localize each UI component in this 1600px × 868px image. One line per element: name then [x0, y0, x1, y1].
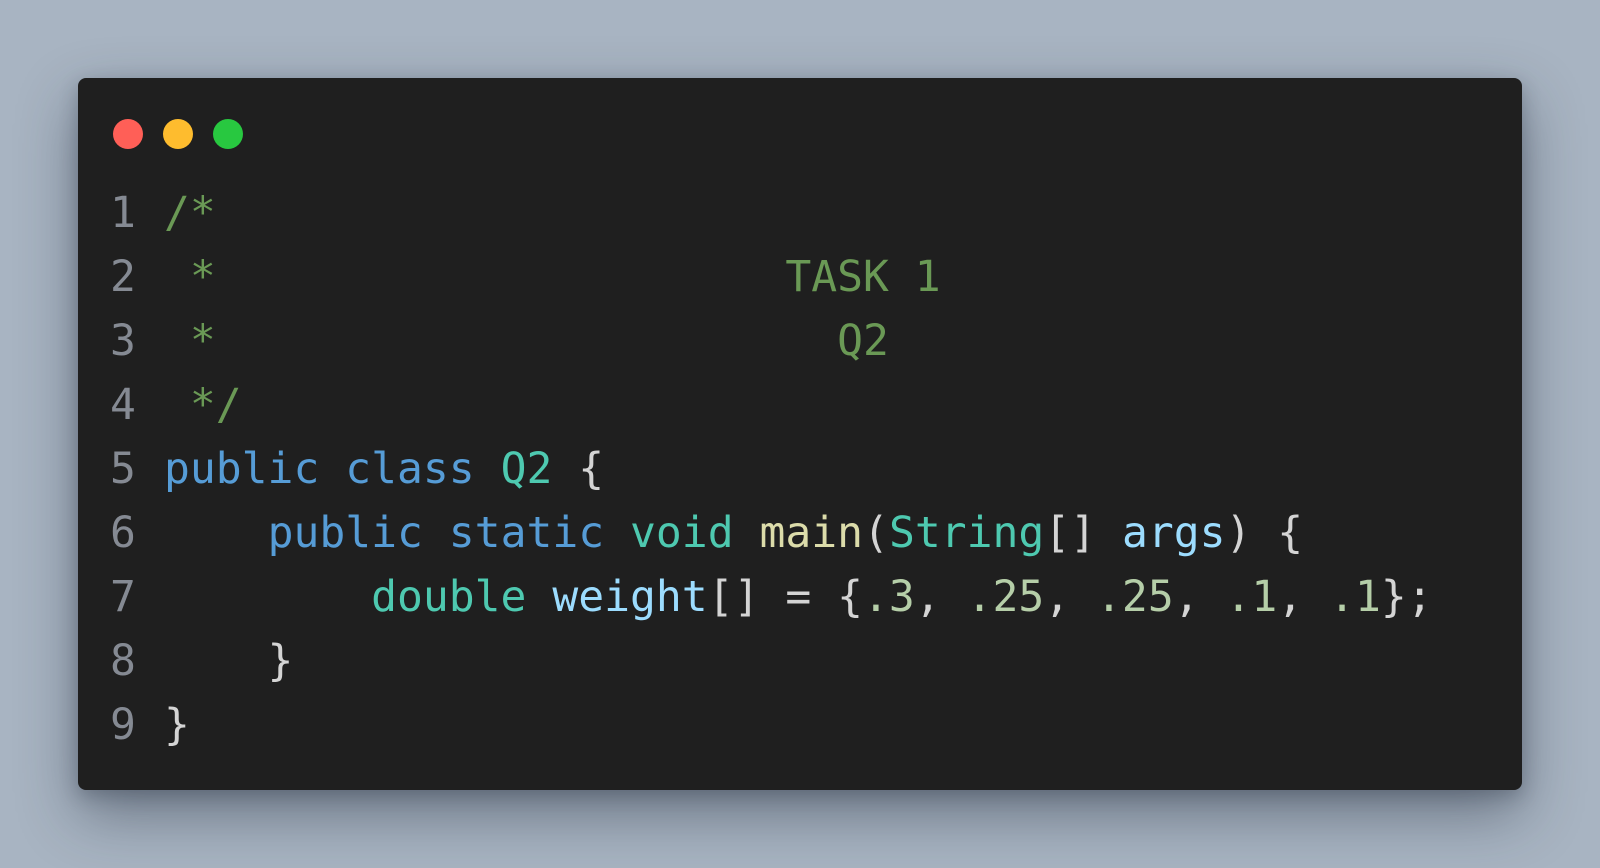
code-token-punctuation: } — [164, 636, 294, 686]
code-token-punctuation: , — [1044, 572, 1097, 622]
code-token-keyword: class — [345, 444, 475, 494]
code-token-punctuation: ( — [863, 508, 889, 558]
line-source: * Q2 — [164, 309, 889, 373]
code-token-number: .25 — [1096, 572, 1174, 622]
code-line: 8 } — [110, 629, 1502, 693]
code-line: 5 public class Q2 { — [110, 437, 1502, 501]
close-dot-icon[interactable] — [113, 119, 143, 149]
code-token-comment: * TASK 1 — [164, 252, 941, 302]
line-number: 5 — [110, 444, 136, 494]
line-source: /* — [164, 181, 216, 245]
line-number: 8 — [110, 636, 136, 686]
code-token-punctuation — [526, 572, 552, 622]
code-token-number: .1 — [1329, 572, 1381, 622]
code-token-punctuation — [164, 508, 268, 558]
line-source: public static void main(String[] args) { — [164, 501, 1304, 565]
code-line: 1 /* — [110, 181, 1502, 245]
code-token-punctuation — [319, 444, 345, 494]
line-source: } — [164, 629, 294, 693]
code-token-function: main — [759, 508, 864, 558]
minimize-dot-icon[interactable] — [163, 119, 193, 149]
window-controls — [113, 119, 243, 149]
code-token-keyword: public — [267, 508, 423, 558]
code-token-number: .25 — [966, 572, 1045, 622]
code-token-variable: weight — [552, 572, 708, 622]
code-token-comment: * Q2 — [164, 316, 889, 366]
code-line: 3 * Q2 — [110, 309, 1502, 373]
maximize-dot-icon[interactable] — [213, 119, 243, 149]
code-token-punctuation: [] — [1044, 508, 1122, 558]
code-token-punctuation: } — [164, 700, 190, 750]
code-token-punctuation: , — [1173, 572, 1226, 622]
code-token-punctuation — [604, 508, 630, 558]
code-token-punctuation: { — [552, 444, 605, 494]
line-source: public class Q2 { — [164, 437, 604, 501]
line-source: */ — [164, 373, 242, 437]
code-token-keyword: static — [448, 508, 605, 558]
code-token-punctuation — [734, 508, 760, 558]
code-token-punctuation: }; — [1380, 572, 1433, 622]
code-token-punctuation — [164, 572, 371, 622]
code-line: 7 double weight[] = {.3, .25, .25, .1, .… — [110, 565, 1502, 629]
code-block: 1/* 2 * TASK 13 * Q2 4 */5 public class Q2 … — [110, 181, 1502, 757]
line-number: 9 — [110, 700, 136, 750]
code-line: 6 public static void main(String[] args)… — [110, 501, 1502, 565]
code-token-punctuation: , — [914, 572, 967, 622]
line-number: 6 — [110, 508, 136, 558]
code-token-variable: args — [1121, 508, 1226, 558]
code-line: 4 */ — [110, 373, 1502, 437]
code-token-comment: */ — [164, 380, 242, 430]
code-line: 2 * TASK 1 — [110, 245, 1502, 309]
code-token-number: .3 — [863, 572, 915, 622]
line-number: 2 — [110, 252, 136, 302]
code-token-comment: /* — [164, 188, 216, 238]
line-source: } — [164, 693, 190, 757]
code-token-type: String — [888, 508, 1045, 558]
line-number: 1 — [110, 188, 136, 238]
code-token-number: .1 — [1225, 572, 1278, 622]
line-source: double weight[] = {.3, .25, .25, .1, .1}… — [164, 565, 1433, 629]
line-number: 3 — [110, 316, 136, 366]
line-number: 7 — [110, 572, 136, 622]
code-token-type: Q2 — [500, 444, 553, 494]
line-number: 4 — [110, 380, 136, 430]
code-window: 1/* 2 * TASK 13 * Q2 4 */5 public class Q2 … — [78, 78, 1522, 790]
code-token-keyword: public — [164, 444, 320, 494]
code-token-punctuation: [] = { — [707, 572, 864, 622]
code-token-punctuation: , — [1277, 572, 1330, 622]
code-token-punctuation — [423, 508, 449, 558]
code-token-punctuation — [475, 444, 501, 494]
code-line: 9} — [110, 693, 1502, 757]
line-source: * TASK 1 — [164, 245, 941, 309]
code-token-type: double — [371, 572, 527, 622]
code-token-type: void — [630, 508, 734, 558]
code-token-punctuation: ) { — [1225, 508, 1304, 558]
